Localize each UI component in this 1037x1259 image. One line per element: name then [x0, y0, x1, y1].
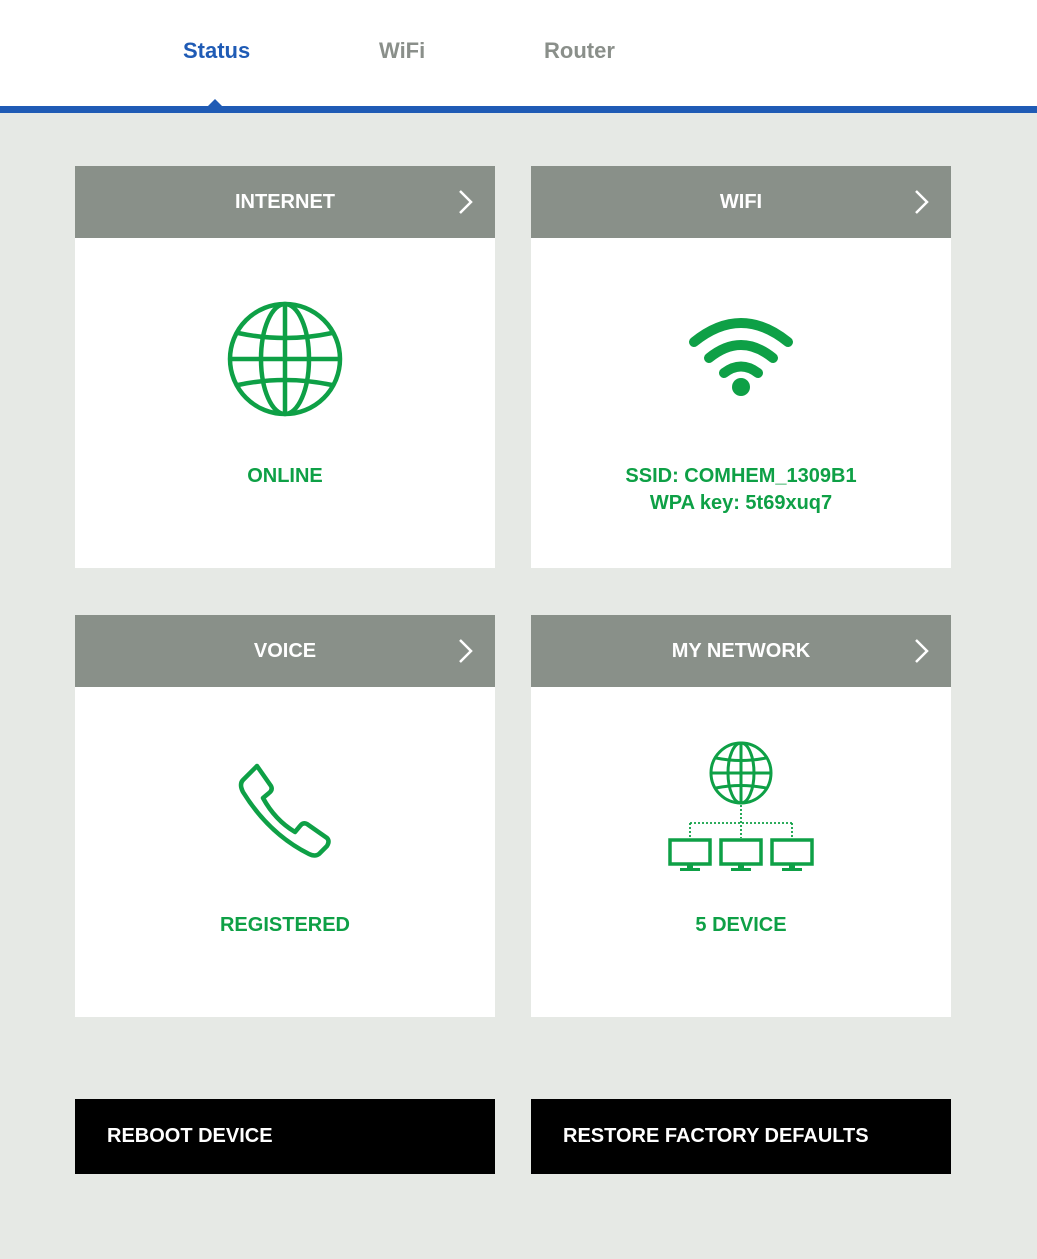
- nav-underline-bar: [0, 106, 1037, 113]
- reboot-device-button[interactable]: REBOOT DEVICE: [75, 1099, 495, 1174]
- voice-status-text: REGISTERED: [219, 914, 351, 936]
- voice-card-header[interactable]: VOICE: [75, 615, 495, 687]
- voice-card-title: VOICE: [253, 639, 317, 662]
- chevron-right-icon[interactable]: [455, 188, 477, 216]
- network-card: MY NETWORK 5 DEVICE: [531, 615, 951, 1017]
- chevron-right-icon[interactable]: [455, 637, 477, 665]
- network-card-title: MY NETWORK: [671, 639, 811, 662]
- network-card-header[interactable]: MY NETWORK: [531, 615, 951, 687]
- globe-icon: [227, 301, 343, 417]
- wifi-card-title: WIFI: [719, 190, 763, 213]
- tab-status[interactable]: Status: [183, 38, 250, 64]
- reboot-device-label: REBOOT DEVICE: [107, 1125, 273, 1147]
- internet-card-header[interactable]: INTERNET: [75, 166, 495, 238]
- wifi-card: WIFI SSID: COMHEM_1309B1 WPA key: 5t69xu…: [531, 166, 951, 568]
- internet-card-title: INTERNET: [235, 190, 335, 213]
- tab-router[interactable]: Router: [544, 38, 615, 64]
- phone-icon: [238, 763, 331, 858]
- chevron-right-icon[interactable]: [911, 637, 933, 665]
- restore-factory-defaults-button[interactable]: RESTORE FACTORY DEFAULTS: [531, 1099, 951, 1174]
- internet-status-text: ONLINE: [247, 465, 323, 487]
- wifi-wpa-key-text: WPA key: 5t69xuq7: [649, 492, 833, 514]
- wifi-ssid-text: SSID: COMHEM_1309B1: [625, 465, 857, 487]
- network-device-count-text: 5 DEVICE: [695, 914, 787, 936]
- wifi-icon: [689, 318, 793, 396]
- network-icon: [668, 741, 814, 871]
- active-tab-indicator: [208, 99, 222, 106]
- tab-wifi[interactable]: WiFi: [379, 38, 425, 64]
- voice-card: VOICE REGISTERED: [75, 615, 495, 1017]
- top-navigation: Status WiFi Router: [0, 0, 1037, 106]
- restore-factory-defaults-label: RESTORE FACTORY DEFAULTS: [563, 1125, 869, 1147]
- chevron-right-icon[interactable]: [911, 188, 933, 216]
- wifi-card-header[interactable]: WIFI: [531, 166, 951, 238]
- internet-card: INTERNET ONLINE: [75, 166, 495, 568]
